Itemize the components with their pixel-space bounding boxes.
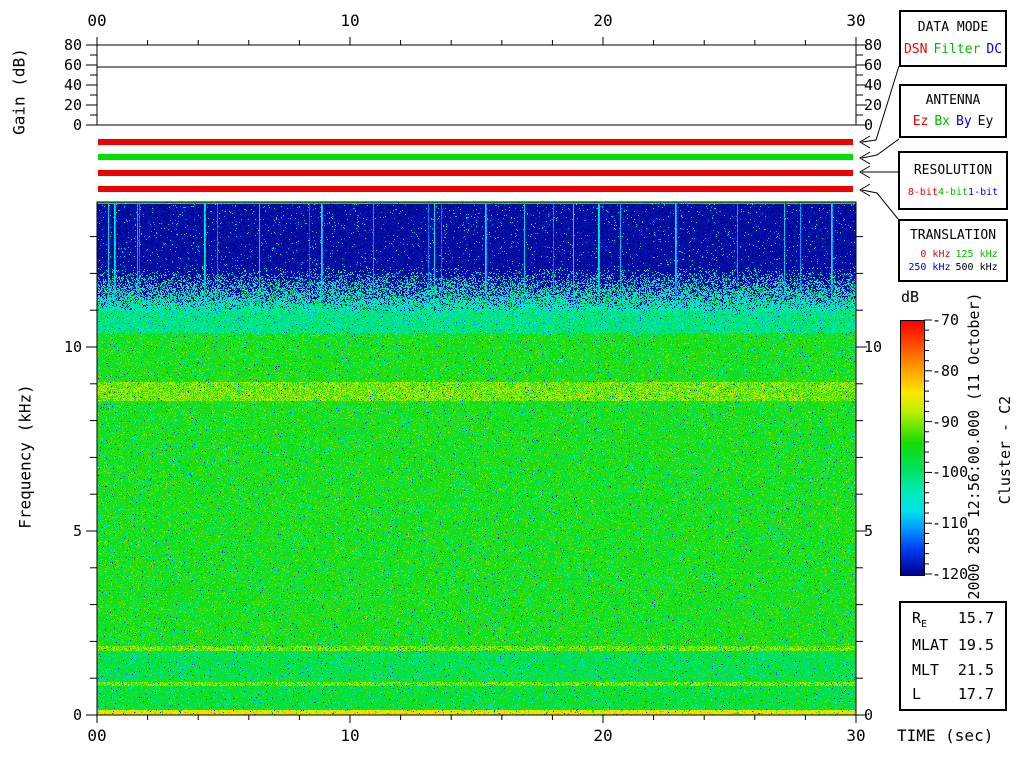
panel-antenna-options: Ez Bx By Ey xyxy=(910,114,997,129)
resolution-bar xyxy=(98,170,853,176)
gain-ytick-label-right: 60 xyxy=(864,56,883,74)
panel-data-mode: DATA MODE DSN Filter DC xyxy=(899,10,1007,67)
gain-xtick-label: 00 xyxy=(87,11,107,30)
option-4-bit: 4-bit xyxy=(937,187,969,199)
panel-resolution-title: RESOLUTION xyxy=(913,162,993,178)
ephemeris-label: MLT xyxy=(912,660,940,679)
colorbar-tick-label: -80 xyxy=(932,361,960,380)
spectrogram-heatmap xyxy=(97,202,856,715)
data-mode-bar xyxy=(98,139,853,145)
ephemeris-label: MLAT xyxy=(912,636,949,655)
panel-resolution: RESOLUTION 8-bit 4-bit 1-bit xyxy=(898,151,1008,210)
gain-xtick-label: 20 xyxy=(593,11,613,30)
option-bx: Bx xyxy=(934,114,950,130)
option-125-khz: 125 kHz xyxy=(955,249,998,261)
time-xtick-label: 20 xyxy=(593,726,613,745)
option-filter: Filter xyxy=(933,42,981,58)
panel-data-mode-title: DATA MODE xyxy=(917,19,989,35)
time-xtick-label: 00 xyxy=(87,726,107,745)
time-xtick-label: 10 xyxy=(340,726,360,745)
option-500-khz: 500 kHz xyxy=(955,262,998,274)
ephemeris-row: MLAT 19.5 xyxy=(901,636,1005,654)
panel-data-mode-options: DSN Filter DC xyxy=(901,42,1005,57)
colorbar-tick-label: -100 xyxy=(932,463,969,482)
time-axis-label: TIME (sec) xyxy=(897,726,994,745)
gain-axis-label: Gain (dB) xyxy=(9,48,29,135)
freq-ytick-label-left: 10 xyxy=(63,338,82,356)
gain-ytick-label-left: 80 xyxy=(63,36,82,54)
option-250-khz: 250 kHz xyxy=(908,262,951,274)
option-0-khz: 0 kHz xyxy=(920,249,951,261)
freq-ytick-label-left: 5 xyxy=(72,522,82,540)
colorbar xyxy=(900,320,925,576)
option-ey: Ey xyxy=(977,114,994,130)
ephemeris-value: 19.5 xyxy=(957,636,994,655)
wbd-spectrogram-display: Gain (dB) Frequency (kHz) 2000 285 12:56… xyxy=(0,0,1024,768)
freq-ytick-label-left: 0 xyxy=(72,706,82,724)
freq-ytick-label-right: 5 xyxy=(864,522,874,540)
option-dc: DC xyxy=(986,42,1003,58)
ephemeris-row: L 17.7 xyxy=(901,685,1005,703)
freq-ytick-label-right: 10 xyxy=(864,338,883,356)
gain-xtick-label: 10 xyxy=(340,11,360,30)
option-dsn: DSN xyxy=(903,42,928,58)
option-8-bit: 8-bit xyxy=(907,187,938,199)
colorbar-tick-label: -90 xyxy=(932,412,960,431)
gain-ytick-label-right: 20 xyxy=(864,96,883,114)
option-ez: Ez xyxy=(912,114,929,130)
panel-antenna: ANTENNA Ez Bx By Ey xyxy=(899,84,1007,138)
panel-resolution-options: 8-bit 4-bit 1-bit xyxy=(908,187,998,198)
panel-antenna-title: ANTENNA xyxy=(925,92,981,108)
ephemeris-value: 15.7 xyxy=(957,609,994,628)
panel-translation-options: 0 kHz 125 kHz 250 kHz 500 kHz xyxy=(908,249,997,273)
colorbar-title: dB xyxy=(901,288,920,306)
colorbar-tick-label: -70 xyxy=(932,311,960,329)
gain-ytick-label-right: 0 xyxy=(864,116,874,134)
option-1-bit: 1-bit xyxy=(968,187,999,199)
ephemeris-row: MLT 21.5 xyxy=(901,661,1005,679)
freq-ytick-label-right: 0 xyxy=(864,706,874,724)
ephemeris-row: RE 15.7 xyxy=(901,609,1005,630)
panel-translation: TRANSLATION 0 kHz 125 kHz 250 kHz 500 kHz xyxy=(898,219,1008,282)
colorbar-tick-label: -110 xyxy=(932,514,969,533)
time-xtick-label: 30 xyxy=(846,726,866,745)
gain-ytick-label-left: 60 xyxy=(63,56,82,74)
ephemeris-label: RE xyxy=(912,609,928,631)
antenna-bar xyxy=(98,154,853,160)
gain-ytick-label-left: 40 xyxy=(63,76,82,94)
ephemeris-box: RE 15.7 MLAT 19.5 MLT 21.5 L 17.7 xyxy=(899,601,1007,711)
ephemeris-value: 21.5 xyxy=(957,660,994,679)
colorbar-tick-label: -120 xyxy=(932,565,969,583)
panel-translation-title: TRANSLATION xyxy=(909,227,997,243)
gain-ytick-label-left: 0 xyxy=(72,116,82,134)
gain-ytick-label-left: 20 xyxy=(63,96,82,114)
gain-xtick-label: 30 xyxy=(846,11,866,30)
ephemeris-value: 17.7 xyxy=(957,684,994,703)
timestamp-label: 2000 285 12:56:00.000 (11 October) xyxy=(965,292,983,600)
translation-bar xyxy=(98,186,853,192)
ephemeris-label: L xyxy=(912,684,922,703)
frequency-axis-label: Frequency (kHz) xyxy=(15,384,35,529)
gain-ytick-label-right: 80 xyxy=(864,36,883,54)
gain-ytick-label-right: 40 xyxy=(864,76,883,94)
option-by: By xyxy=(956,114,972,130)
spacecraft-label: Cluster - C2 xyxy=(996,395,1014,505)
